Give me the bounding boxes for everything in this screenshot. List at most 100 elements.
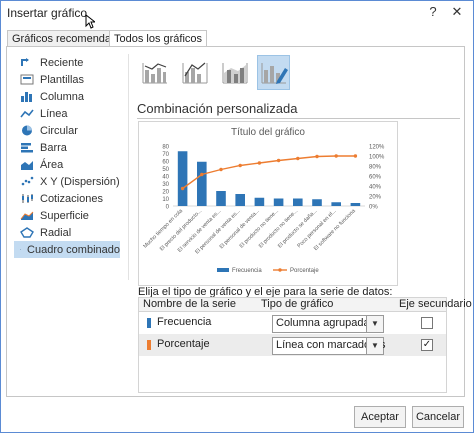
series-row-porcentaje: Porcentaje Línea con marcadores ▼ ✓ [139,334,446,356]
surface-chart-icon [20,211,34,220]
sidebar-item-label: Área [40,158,64,171]
bar-frecuencia [273,198,284,206]
help-button[interactable]: ? [424,4,442,20]
series-row-frecuencia: Frecuencia Columna agrupada ▼ [139,312,446,334]
y-tick-label: 50 [162,167,169,173]
scatter-chart-icon [21,176,34,186]
combo-chart: Título del gráfico 0 1020 3040 5060 7080 0% 20… [142,127,385,274]
y-tick-label: 0 [166,205,170,211]
marker-porcentaje [219,167,223,172]
marker-porcentaje [334,154,338,158]
series-color-swatch [147,340,151,350]
y-tick-label: 10 [162,197,169,203]
combo-custom-icon [261,63,288,84]
secondary-axis-checkbox[interactable]: ✓ [421,339,433,351]
y-tick-label: 60 [162,160,169,166]
subtype-clustered-column-line[interactable] [138,55,171,90]
sidebar-item-label: Columna [40,90,85,103]
y2-tick-label: 100% [369,155,385,161]
legend-marker-porcentaje [278,268,282,272]
dropdown-arrow-icon[interactable]: ▼ [366,316,383,332]
radar-chart-icon [20,227,34,238]
line-chart-icon [20,109,34,118]
chart-title: Título del gráfico [231,127,305,138]
insert-chart-dialog: Insertar gráfico ? ✕ Gráficos recomendad… [0,0,474,433]
chart-type-select[interactable]: Columna agrupada ▼ [272,315,384,333]
sidebar-item-templates[interactable]: Plantillas [14,71,120,88]
dropdown-arrow-icon[interactable]: ▼ [366,338,383,354]
header-series-name: Nombre de la serie [143,298,236,310]
marker-porcentaje [353,154,358,158]
sidebar-item-label: Radial [40,226,72,239]
accept-button[interactable]: Aceptar [354,406,406,428]
y2-tick-label: 40% [369,185,382,191]
sidebar-item-label: Cuadro combinado [27,243,120,256]
bar-frecuencia [254,197,265,206]
pie-chart-icon [22,125,32,136]
legend-label: Frecuencia [232,268,262,274]
sidebar-item-recent[interactable]: Reciente [14,54,120,71]
bar-frecuencia [312,199,322,206]
header-chart-type: Tipo de gráfico [261,298,334,310]
marker-porcentaje [238,163,242,168]
sidebar-item-label: Línea [40,107,68,120]
series-color-swatch [147,318,151,328]
bar-frecuencia [197,161,207,206]
dialog-title: Insertar gráfico [7,6,88,20]
column-chart-icon [21,92,32,102]
templates-icon [20,74,34,85]
close-button[interactable]: ✕ [448,4,466,20]
dialog-titlebar: Insertar gráfico ? ✕ [1,1,473,25]
bar-frecuencia [216,191,226,206]
y-tick-label: 40 [162,175,169,181]
y2-tick-label: 0% [369,205,378,211]
recent-icon [21,58,29,66]
y-tick-label: 20 [162,190,169,196]
combo-clustered-column-line-icon [142,63,167,84]
combo-chart-icon [20,249,21,250]
series-name: Frecuencia [157,316,212,328]
sidebar-item-label: Reciente [40,56,84,69]
sidebar-item-pie[interactable]: Circular [14,122,120,139]
sidebar-item-label: Barra [40,141,67,154]
y-tick-label: 70 [162,152,169,158]
sidebar-item-bar[interactable]: Barra [14,139,120,156]
marker-porcentaje [180,186,185,191]
combo-stacked-area-column-icon [222,63,248,84]
subtype-custom-combination[interactable] [257,55,290,90]
chart-type-select[interactable]: Línea con marcadores ▼ [272,337,385,355]
sidebar-item-surface[interactable]: Superficie [14,207,120,224]
chart-preview[interactable]: Título del gráfico 0 10 20 30 40 50 60 70 80 0% 20… [138,121,398,286]
marker-porcentaje [200,172,204,177]
sidebar-item-radar[interactable]: Radial [14,224,120,241]
section-divider [137,118,460,119]
sidebar-item-label: Plantillas [40,73,85,86]
sidebar-item-stock[interactable]: Cotizaciones [14,190,120,207]
marker-porcentaje [257,161,262,165]
sidebar-item-column[interactable]: Columna [14,88,120,105]
sidebar-item-area[interactable]: Área [14,156,120,173]
sidebar-item-label: Cotizaciones [40,192,103,205]
combo-column-line-secondary-axis-icon [182,62,208,84]
subtype-column-line-secondary[interactable] [178,55,211,90]
area-chart-icon [21,161,33,170]
section-title: Combinación personalizada [137,101,298,116]
marker-porcentaje [315,154,319,159]
cancel-button[interactable]: Cancelar [412,406,464,428]
sidebar-item-label: Circular [40,124,78,137]
sidebar-item-label: X Y (Dispersión) [40,175,120,188]
series-table-header: Nombre de la serie Tipo de gráfico Eje s… [139,298,472,312]
y2-tick-label: 20% [369,195,382,201]
bar-frecuencia [235,194,245,206]
subtype-stacked-area-column[interactable] [218,55,251,90]
y2-tick-label: 60% [369,175,382,181]
sidebar-item-combo[interactable]: Cuadro combinado [14,241,120,258]
bar-frecuencia [177,151,188,206]
y-tick-label: 80 [162,145,169,151]
secondary-axis-checkbox[interactable] [421,317,433,329]
sidebar-item-scatter[interactable]: X Y (Dispersión) [14,173,120,190]
sidebar-item-line[interactable]: Línea [14,105,120,122]
bar-chart-icon [21,143,33,153]
y-tick-label: 30 [162,182,169,188]
legend-label: Porcentaje [290,268,319,274]
